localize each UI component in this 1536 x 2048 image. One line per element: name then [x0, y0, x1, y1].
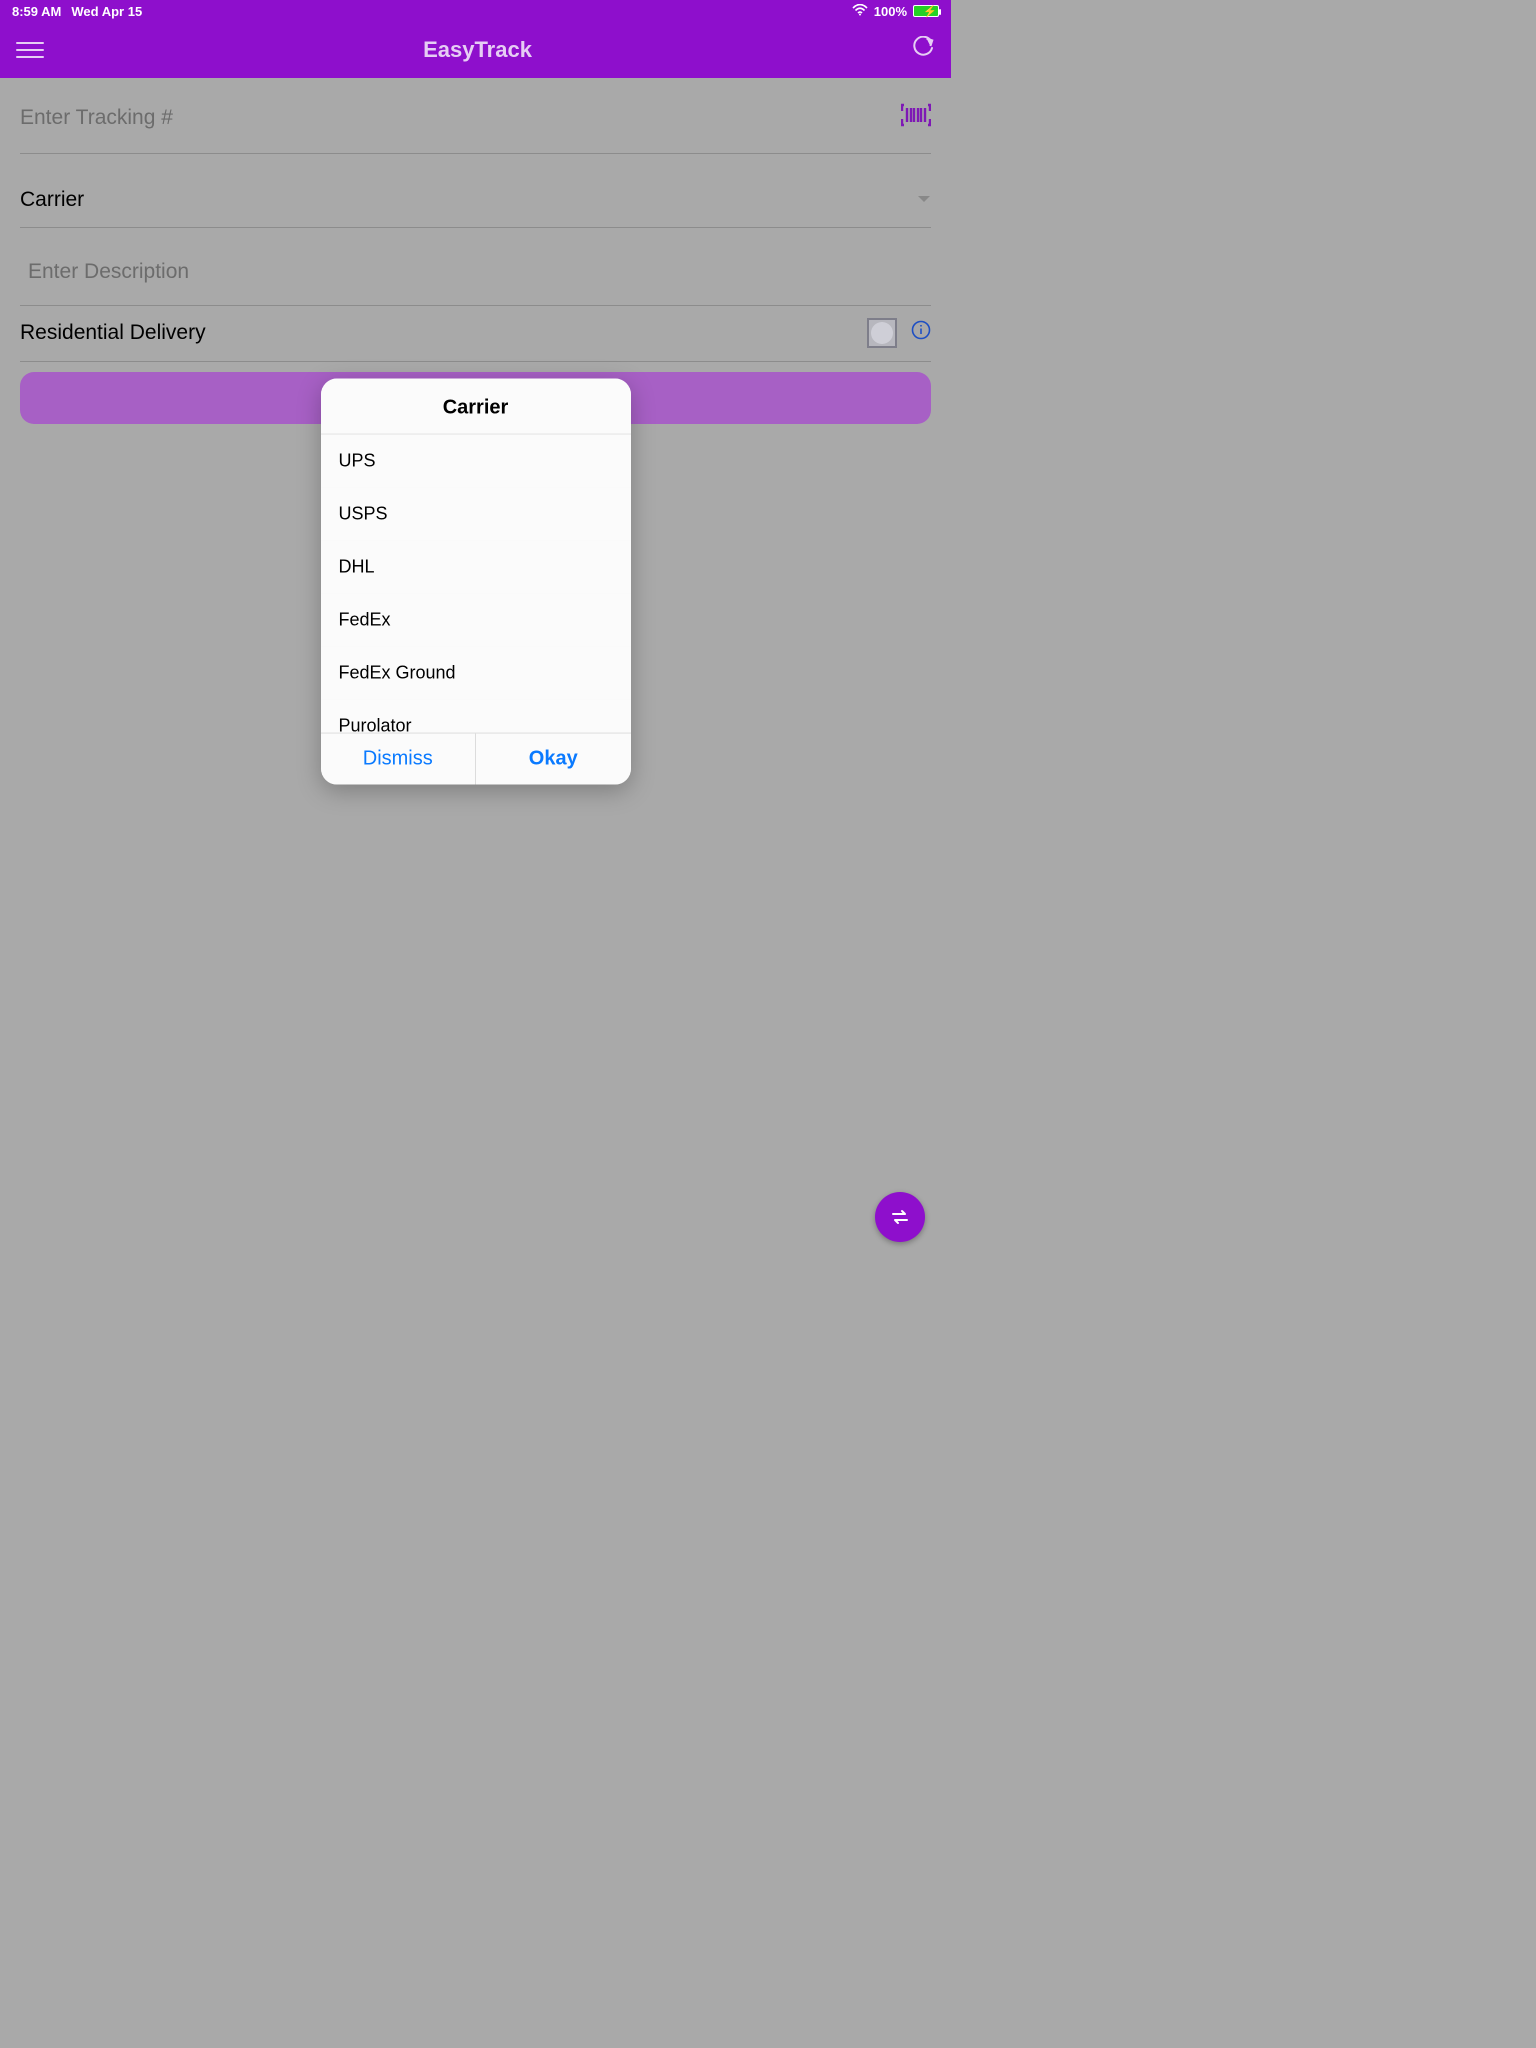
- carrier-row[interactable]: Carrier: [20, 174, 931, 228]
- battery-percent: 100%: [874, 4, 907, 19]
- wifi-icon: [852, 4, 868, 19]
- status-time: 8:59 AM: [12, 4, 61, 19]
- modal-title: Carrier: [321, 379, 631, 435]
- carrier-label: Carrier: [20, 188, 917, 212]
- info-icon[interactable]: [911, 320, 931, 345]
- tracking-input[interactable]: Enter Tracking #: [20, 88, 901, 148]
- modal-list[interactable]: UPS USPS DHL FedEx FedEx Ground Purolato…: [321, 435, 631, 733]
- app-navbar: EasyTrack: [0, 22, 951, 78]
- chevron-down-icon: [917, 191, 931, 209]
- residential-checkbox[interactable]: [867, 318, 897, 348]
- carrier-option[interactable]: FedEx Ground: [321, 647, 631, 700]
- description-input[interactable]: Enter Description: [20, 242, 931, 302]
- description-row: Enter Description: [20, 228, 931, 306]
- carrier-option[interactable]: UPS: [321, 435, 631, 488]
- status-bar: 8:59 AM Wed Apr 15 100% ⚡: [0, 0, 951, 22]
- modal-actions: Dismiss Okay: [321, 733, 631, 785]
- carrier-option[interactable]: Purolator: [321, 700, 631, 733]
- app-title: EasyTrack: [44, 37, 911, 63]
- status-date: Wed Apr 15: [71, 4, 142, 19]
- carrier-option[interactable]: FedEx: [321, 594, 631, 647]
- carrier-modal: Carrier UPS USPS DHL FedEx FedEx Ground …: [321, 379, 631, 785]
- residential-label: Residential Delivery: [20, 321, 867, 345]
- dismiss-button[interactable]: Dismiss: [321, 734, 476, 785]
- carrier-option[interactable]: USPS: [321, 488, 631, 541]
- okay-button[interactable]: Okay: [475, 734, 631, 785]
- refresh-icon[interactable]: [911, 36, 935, 65]
- battery-icon: ⚡: [913, 5, 939, 17]
- carrier-option[interactable]: DHL: [321, 541, 631, 594]
- swap-fab[interactable]: [875, 1192, 925, 1242]
- residential-row: Residential Delivery: [20, 306, 931, 362]
- tracking-row: Enter Tracking #: [20, 84, 931, 154]
- main-content: Enter Tracking # Carrier Enter Descripti…: [0, 84, 951, 1274]
- barcode-icon[interactable]: [901, 103, 931, 132]
- menu-icon[interactable]: [16, 37, 44, 63]
